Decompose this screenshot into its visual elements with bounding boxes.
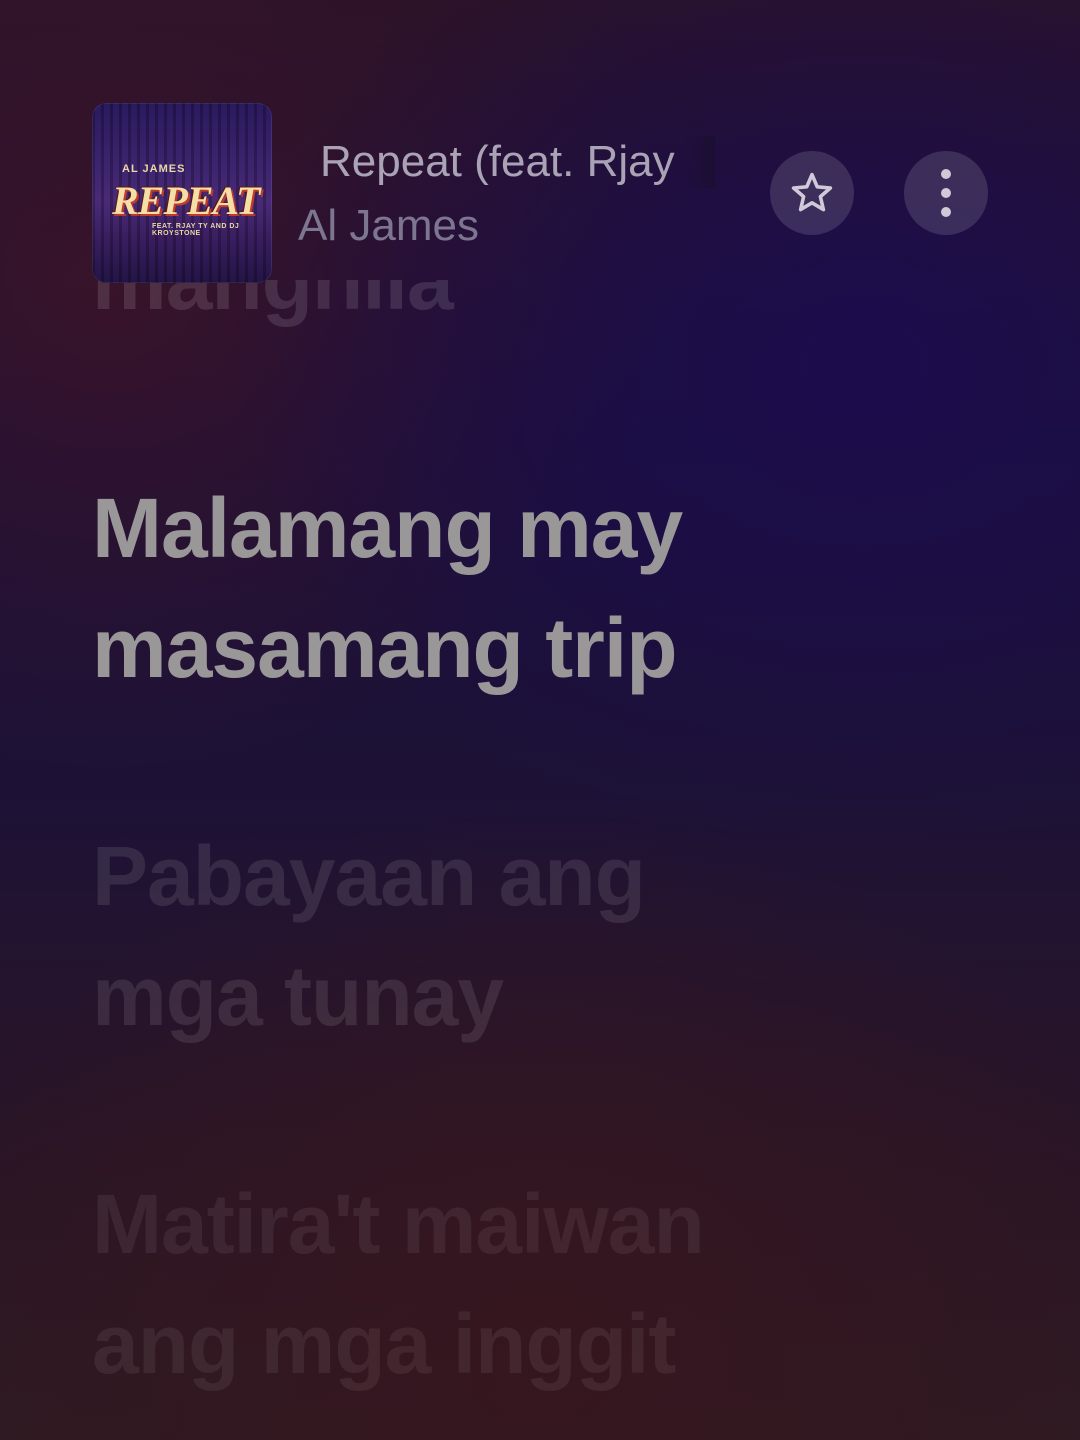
album-art[interactable]: AL JAMES REPEAT FEAT. RJAY TY AND DJ KRO…: [92, 103, 272, 283]
album-art-top-text: AL JAMES: [122, 163, 186, 175]
star-outline-icon: [791, 172, 833, 212]
now-playing-header: AL JAMES REPEAT FEAT. RJAY TY AND DJ KRO…: [0, 0, 1080, 300]
lyric-line: Pabayaan ang: [92, 829, 646, 923]
lyric-line: Matira't maiwan: [92, 1177, 705, 1271]
favorite-button[interactable]: [770, 151, 854, 235]
artist-name[interactable]: Al James: [298, 200, 479, 252]
lyric-current[interactable]: Malamang may masamang trip: [92, 468, 992, 708]
track-title[interactable]: Repeat (feat. Rjay: [320, 136, 715, 188]
lyric-line: masamang trip: [92, 601, 678, 695]
lyric-line: ang mga inggit: [92, 1297, 676, 1391]
lyric-next[interactable]: Matira't maiwan ang mga inggit: [92, 1164, 992, 1404]
lyric-line: mga tunay: [92, 949, 504, 1043]
album-art-title-text: REPEAT: [112, 178, 260, 223]
lyrics-screen: manghila AL JAMES REPEAT FEAT. RJAY TY A…: [0, 0, 1080, 1440]
more-options-button[interactable]: [904, 151, 988, 235]
lyric-line: Malamang may: [92, 481, 683, 575]
lyric-next[interactable]: Pabayaan ang mga tunay: [92, 816, 992, 1056]
vertical-ellipsis-icon: [941, 169, 951, 217]
album-art-sub-text: FEAT. RJAY TY AND DJ KROYSTONE: [152, 223, 240, 237]
